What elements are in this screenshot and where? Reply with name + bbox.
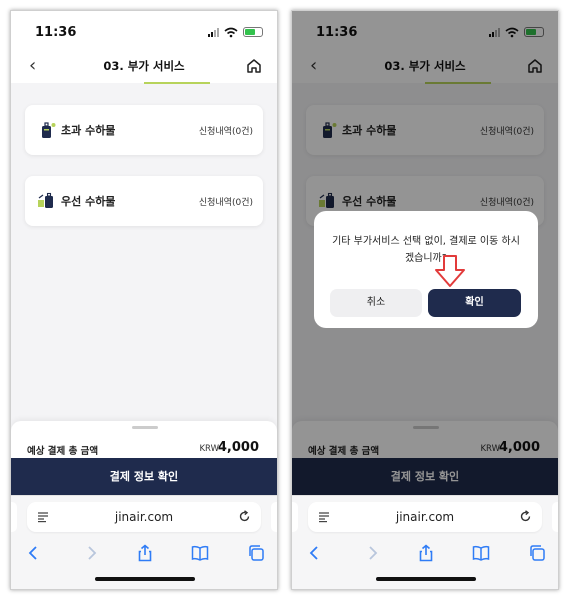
forward-arrow-icon[interactable]: [363, 544, 381, 562]
browser-toolbar: [11, 540, 277, 568]
url-text: jinair.com: [395, 510, 455, 524]
service-title: 우선 수하물: [61, 195, 116, 208]
browser-toolbar: [292, 540, 558, 568]
luggage-icon: [42, 122, 56, 138]
total-amount: 4,000: [217, 440, 259, 455]
screen-with-dialog: 11:36 ‹ 03. 부가 서비스 초과 수하물 신청내역(0건) 우선 수하…: [291, 10, 559, 590]
step-indicator: [144, 82, 210, 84]
home-icon[interactable]: [245, 57, 263, 75]
back-arrow-icon[interactable]: [25, 544, 43, 562]
reload-icon[interactable]: [238, 510, 251, 523]
total-label: 예상 결제 총 금액: [27, 446, 99, 457]
browser-chrome: jinair.com: [292, 495, 558, 589]
bookmarks-icon[interactable]: [472, 544, 490, 562]
page-title: 03. 부가 서비스: [103, 59, 185, 73]
service-card-priority-baggage[interactable]: 우선 수하물 신청내역(0건): [25, 176, 263, 226]
wifi-icon: [224, 27, 238, 37]
home-indicator: [376, 577, 476, 581]
share-icon[interactable]: [417, 544, 435, 562]
home-indicator: [95, 577, 195, 581]
tabs-icon[interactable]: [528, 544, 546, 562]
forward-arrow-icon[interactable]: [82, 544, 100, 562]
dialog-message: 기타 부가서비스 선택 없이, 결제로 이동 하시겠습니까?: [332, 236, 520, 264]
back-arrow-icon[interactable]: [306, 544, 324, 562]
status-bar: 11:36: [11, 11, 277, 51]
status-icons: [208, 25, 263, 39]
screen-before: 11:36 ‹ 03. 부가 서비스 초과 수하물 신청내역(0건) 우선 수하…: [10, 10, 278, 590]
battery-icon: [243, 27, 263, 37]
service-history[interactable]: 신청내역(0건): [199, 124, 253, 137]
tabs-icon[interactable]: [247, 544, 265, 562]
browser-chrome: jinair.com: [11, 495, 277, 589]
page-header: ‹ 03. 부가 서비스: [11, 51, 277, 83]
reload-icon[interactable]: [519, 510, 532, 523]
total-currency: KRW: [199, 444, 219, 454]
bookmarks-icon[interactable]: [191, 544, 209, 562]
confirm-payment-button[interactable]: 결제 정보 확인: [11, 458, 277, 495]
address-bar[interactable]: jinair.com: [308, 502, 542, 532]
signal-icon: [208, 27, 219, 37]
prev-tab-pill[interactable]: [11, 502, 17, 532]
next-tab-pill[interactable]: [271, 502, 277, 532]
down-arrow-annotation-icon: [435, 255, 465, 287]
address-bar[interactable]: jinair.com: [27, 502, 261, 532]
service-history[interactable]: 신청내역(0건): [199, 195, 253, 208]
dialog-cancel-button[interactable]: 취소: [330, 289, 422, 317]
sheet-grabber[interactable]: [132, 426, 158, 429]
url-text: jinair.com: [114, 510, 174, 524]
service-title: 초과 수하물: [61, 124, 116, 137]
service-card-excess-baggage[interactable]: 초과 수하물 신청내역(0건): [25, 105, 263, 155]
prev-tab-pill[interactable]: [292, 502, 298, 532]
priority-baggage-icon: [38, 192, 53, 208]
dialog-confirm-button[interactable]: 확인: [428, 289, 521, 317]
status-time: 11:36: [35, 25, 77, 40]
next-tab-pill[interactable]: [552, 502, 558, 532]
share-icon[interactable]: [136, 544, 154, 562]
confirm-dialog: 기타 부가서비스 선택 없이, 결제로 이동 하시겠습니까? 취소 확인: [314, 211, 538, 328]
